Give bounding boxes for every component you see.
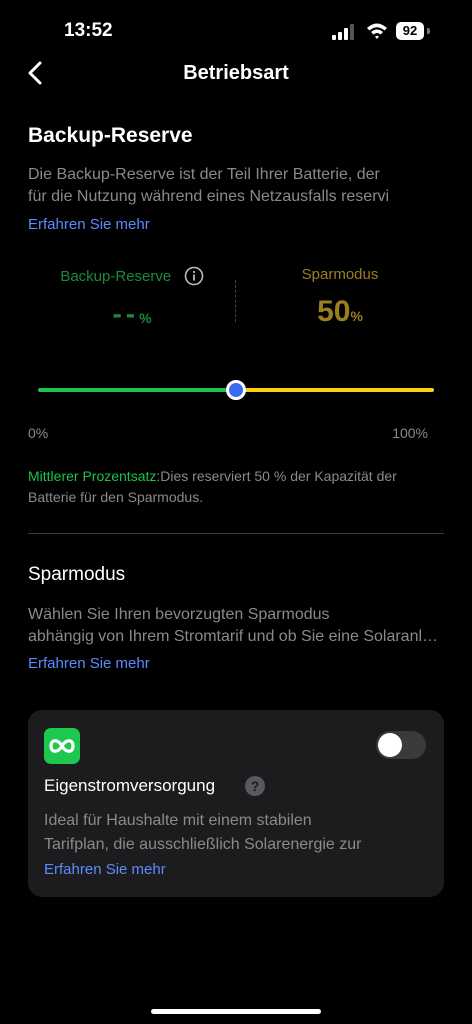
svg-text:?: ? xyxy=(251,778,260,794)
battery-level: 92 xyxy=(396,22,424,40)
slider-track-reserve[interactable] xyxy=(38,388,236,392)
nav-bar: Betriebsart xyxy=(0,56,472,92)
self-consumption-learn-more-link[interactable]: Erfahren Sie mehr xyxy=(44,861,166,878)
infinity-icon xyxy=(44,728,80,764)
saving-mode-value: 50% xyxy=(317,295,363,328)
section-divider xyxy=(28,533,444,534)
saving-mode-title: Sparmodus xyxy=(28,564,126,585)
backup-reserve-description: Die Backup-Reserve ist der Teil Ihrer Ba… xyxy=(28,166,390,205)
self-consumption-description: Ideal für Haushalte mit einem stabilen T… xyxy=(44,812,362,853)
status-time: 13:52 xyxy=(64,20,113,41)
saving-mode-description: Wählen Sie Ihren bevorzugten Sparmodus a… xyxy=(28,606,444,645)
status-bar: 13:52 92 xyxy=(0,0,472,60)
slider-track-saving[interactable] xyxy=(236,388,434,392)
wifi-icon xyxy=(367,23,387,39)
range-min-label: 0% xyxy=(28,425,49,441)
cellular-signal-icon xyxy=(332,24,354,40)
reserve-note: Mittlerer Prozentsatz:Dies reserviert 50… xyxy=(28,466,444,508)
battery-icon: 92 xyxy=(396,22,430,40)
backup-reserve-label: Backup-Reserve xyxy=(60,267,172,285)
backup-reserve-value: --% xyxy=(112,298,152,329)
saving-mode-label: Sparmodus xyxy=(301,266,379,283)
saving-mode-learn-more-link[interactable]: Erfahren Sie mehr xyxy=(28,655,150,672)
self-consumption-title: Eigenstromversorgung xyxy=(44,776,216,795)
toggle-knob xyxy=(378,733,402,757)
backup-learn-more-link[interactable]: Erfahren Sie mehr xyxy=(28,216,150,233)
slider-thumb[interactable] xyxy=(226,380,246,400)
backup-reserve-title: Backup-Reserve xyxy=(28,124,193,147)
self-consumption-toggle[interactable] xyxy=(376,731,426,759)
page-title: Betriebsart xyxy=(183,62,289,84)
note-highlight: Mittlerer Prozentsatz xyxy=(28,468,157,484)
backup-reserve-stat: Backup-Reserve --% xyxy=(28,266,236,330)
saving-mode-stat: Sparmodus 50% xyxy=(236,266,444,329)
info-icon[interactable] xyxy=(184,266,204,286)
help-icon[interactable]: ? xyxy=(244,775,266,797)
backup-reserve-slider[interactable] xyxy=(38,380,434,400)
home-indicator xyxy=(151,1009,321,1014)
range-max-label: 100% xyxy=(392,425,428,441)
